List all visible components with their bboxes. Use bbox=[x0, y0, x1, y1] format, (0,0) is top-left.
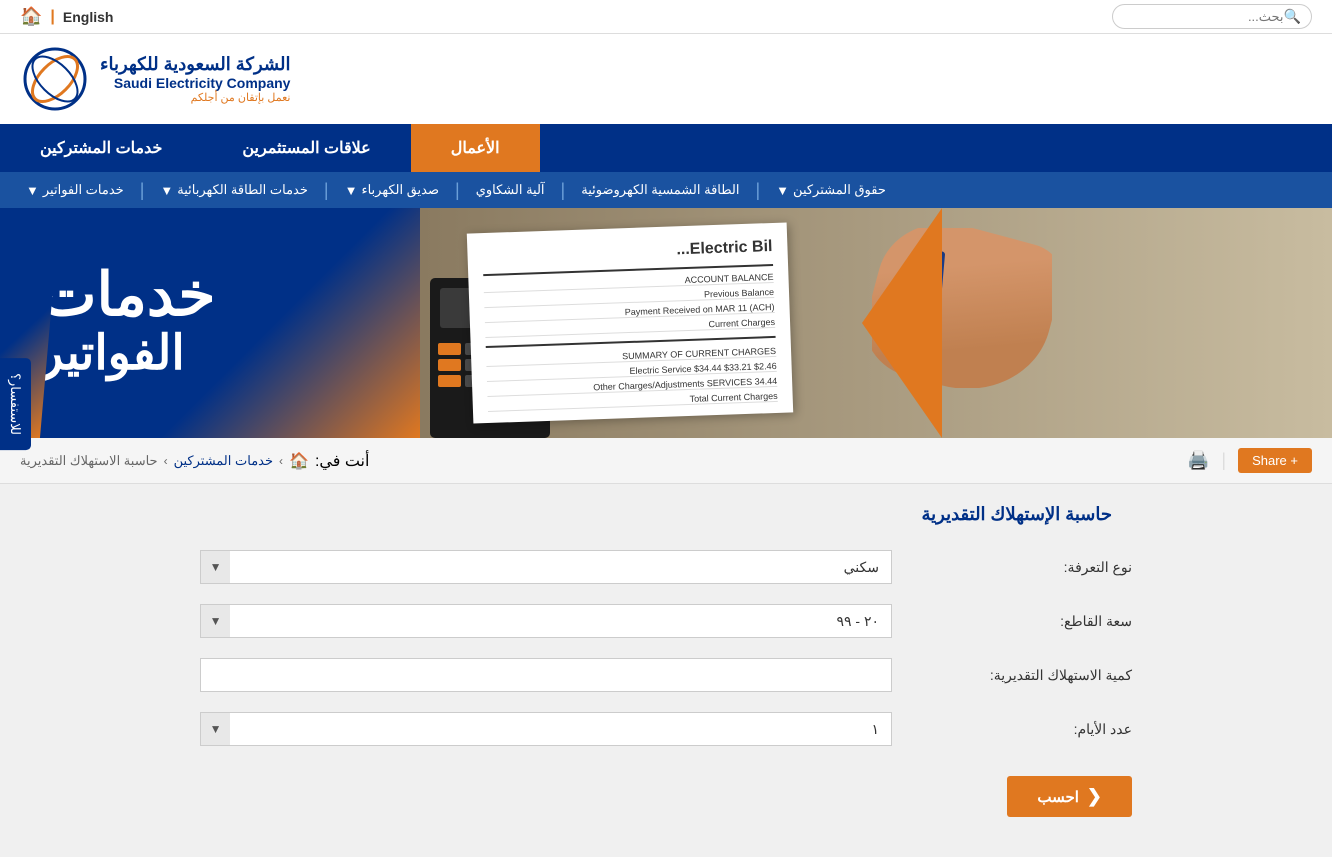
label-quantity: كمية الاستهلاك التقديرية: bbox=[912, 667, 1132, 684]
nav-item-business[interactable]: الأعمال bbox=[411, 124, 540, 172]
lang-separator: | bbox=[50, 8, 54, 26]
chevron-down-icon-4: ▼ bbox=[776, 183, 789, 198]
logo-icon bbox=[20, 44, 90, 114]
breadcrumb: أنت في: 🏠 › خدمات المشتركين › حاسبة الاس… bbox=[20, 451, 369, 471]
form-section: نوع التعرفة: سكني تجاري صناعي ▼ سعة القا… bbox=[200, 550, 1132, 817]
nav-item-subscribers[interactable]: خدمات المشتركين bbox=[0, 124, 202, 172]
tariff-select-wrapper: سكني تجاري صناعي ▼ bbox=[200, 550, 892, 584]
sub-item-rights[interactable]: حقوق المشتركين ▼ bbox=[760, 172, 902, 208]
sub-separator-4: | bbox=[561, 180, 566, 201]
breadcrumb-prefix: أنت في: bbox=[315, 451, 369, 471]
hero-title-sub: الفواتير bbox=[40, 325, 185, 381]
print-separator: | bbox=[1221, 450, 1226, 471]
quantity-input[interactable] bbox=[200, 658, 892, 692]
sub-item-energy[interactable]: خدمات الطاقة الكهربائية ▼ bbox=[144, 172, 324, 208]
top-bar-left: 🔍 bbox=[1112, 4, 1312, 29]
logo-english: Saudi Electricity Company bbox=[100, 75, 290, 91]
calc-arrow-icon: ❮ bbox=[1087, 786, 1102, 807]
logo-tagline: نعمل بإتقان من أجلكم bbox=[100, 91, 290, 104]
page-title: حاسبة الإستهلاك التقديرية bbox=[200, 504, 1132, 525]
print-icon[interactable]: 🖨️ bbox=[1187, 450, 1209, 471]
label-days: عدد الأيام: bbox=[912, 721, 1132, 738]
form-row-tariff: نوع التعرفة: سكني تجاري صناعي ▼ bbox=[200, 550, 1132, 584]
sub-separator-5: | bbox=[755, 180, 760, 201]
chevron-down-icon-3: ▼ bbox=[345, 183, 358, 198]
logo-arabic: الشركة السعودية للكهرباء bbox=[100, 54, 290, 75]
main-nav: خدمات المشتركين علاقات المستثمرين الأعما… bbox=[0, 124, 1332, 172]
search-bar[interactable]: 🔍 bbox=[1112, 4, 1312, 29]
share-print-area: + Share | 🖨️ bbox=[1187, 448, 1312, 473]
main-content: حاسبة الإستهلاك التقديرية نوع التعرفة: س… bbox=[0, 484, 1332, 857]
search-icon: 🔍 bbox=[1284, 8, 1301, 25]
tariff-dropdown-arrow: ▼ bbox=[200, 550, 230, 584]
hero-banner: Electric Bil... ACCOUNT BALANCE Previous… bbox=[0, 208, 1332, 438]
capacity-select-wrapper: ٢٠ - ٩٩ ١٠٠ - ٢٠٠ ٢٠١ فأكثر ▼ bbox=[200, 604, 892, 638]
bill-title: Electric Bil... bbox=[482, 238, 772, 266]
share-button[interactable]: + Share bbox=[1238, 448, 1312, 473]
chevron-down-icon: ▼ bbox=[26, 183, 39, 198]
sub-separator-1: | bbox=[140, 180, 145, 201]
tariff-control: سكني تجاري صناعي ▼ bbox=[200, 550, 892, 584]
calculate-button[interactable]: ❮ احسب bbox=[1007, 776, 1132, 817]
sub-nav: خدمات الفواتير ▼ | خدمات الطاقة الكهربائ… bbox=[0, 172, 1332, 208]
days-select[interactable]: ١ ٢ ٣ ٤ ٥ bbox=[200, 712, 892, 746]
breadcrumb-sep-2: › bbox=[164, 454, 168, 468]
tariff-select[interactable]: سكني تجاري صناعي bbox=[200, 550, 892, 584]
breadcrumb-sep-1: › bbox=[279, 454, 283, 468]
breadcrumb-link-subscribers[interactable]: خدمات المشتركين bbox=[174, 453, 273, 469]
top-bar: 🔍 English | 🏠 bbox=[0, 0, 1332, 34]
quantity-control bbox=[200, 658, 892, 692]
lang-text: English bbox=[63, 9, 114, 25]
logo-text: الشركة السعودية للكهرباء Saudi Electrici… bbox=[100, 54, 290, 104]
sub-item-electricity-friend[interactable]: صديق الكهرباء ▼ bbox=[329, 172, 455, 208]
home-icon[interactable]: 🏠 bbox=[20, 6, 42, 27]
nav-item-investors[interactable]: علاقات المستثمرين bbox=[202, 124, 410, 172]
days-select-wrapper: ١ ٢ ٣ ٤ ٥ ▼ bbox=[200, 712, 892, 746]
days-control: ١ ٢ ٣ ٤ ٥ ▼ bbox=[200, 712, 892, 746]
capacity-dropdown-arrow: ▼ bbox=[200, 604, 230, 638]
inquiry-tab[interactable]: للاستفسار؟ bbox=[0, 358, 31, 450]
orange-divider bbox=[862, 208, 942, 438]
form-row-days: عدد الأيام: ١ ٢ ٣ ٤ ٥ ▼ bbox=[200, 712, 1132, 746]
calc-btn-label: احسب bbox=[1037, 788, 1079, 806]
capacity-control: ٢٠ - ٩٩ ١٠٠ - ٢٠٠ ٢٠١ فأكثر ▼ bbox=[200, 604, 892, 638]
sub-item-bills[interactable]: خدمات الفواتير ▼ bbox=[10, 172, 140, 208]
capacity-select[interactable]: ٢٠ - ٩٩ ١٠٠ - ٢٠٠ ٢٠١ فأكثر bbox=[200, 604, 892, 638]
form-row-capacity: سعة القاطع: ٢٠ - ٩٩ ١٠٠ - ٢٠٠ ٢٠١ فأكثر … bbox=[200, 604, 1132, 638]
logo-container: الشركة السعودية للكهرباء Saudi Electrici… bbox=[20, 44, 290, 114]
sub-separator-2: | bbox=[324, 180, 329, 201]
btn-row: ❮ احسب bbox=[200, 776, 1132, 817]
search-input[interactable] bbox=[1124, 9, 1284, 24]
sub-item-solar[interactable]: الطاقة الشمسية الكهروضوئية bbox=[565, 172, 755, 208]
hero-text-panel: خدمات الفواتير bbox=[0, 208, 420, 438]
logo-area: الشركة السعودية للكهرباء Saudi Electrici… bbox=[0, 34, 1332, 124]
label-capacity: سعة القاطع: bbox=[912, 613, 1132, 630]
lang-selector[interactable]: English | 🏠 bbox=[20, 6, 113, 27]
sub-item-complaints[interactable]: آلية الشكاوي bbox=[460, 172, 561, 208]
bill-paper: Electric Bil... ACCOUNT BALANCE Previous… bbox=[467, 222, 793, 423]
days-dropdown-arrow: ▼ bbox=[200, 712, 230, 746]
hero-title-large: خدمات bbox=[40, 265, 216, 325]
breadcrumb-home-icon[interactable]: 🏠 bbox=[289, 451, 309, 471]
chevron-down-icon-2: ▼ bbox=[160, 183, 173, 198]
breadcrumb-bar: + Share | 🖨️ أنت في: 🏠 › خدمات المشتركين… bbox=[0, 438, 1332, 484]
breadcrumb-current: حاسبة الاستهلاك التقديرية bbox=[20, 453, 158, 469]
label-tariff: نوع التعرفة: bbox=[912, 559, 1132, 576]
sub-separator-3: | bbox=[455, 180, 460, 201]
form-row-quantity: كمية الاستهلاك التقديرية: bbox=[200, 658, 1132, 692]
